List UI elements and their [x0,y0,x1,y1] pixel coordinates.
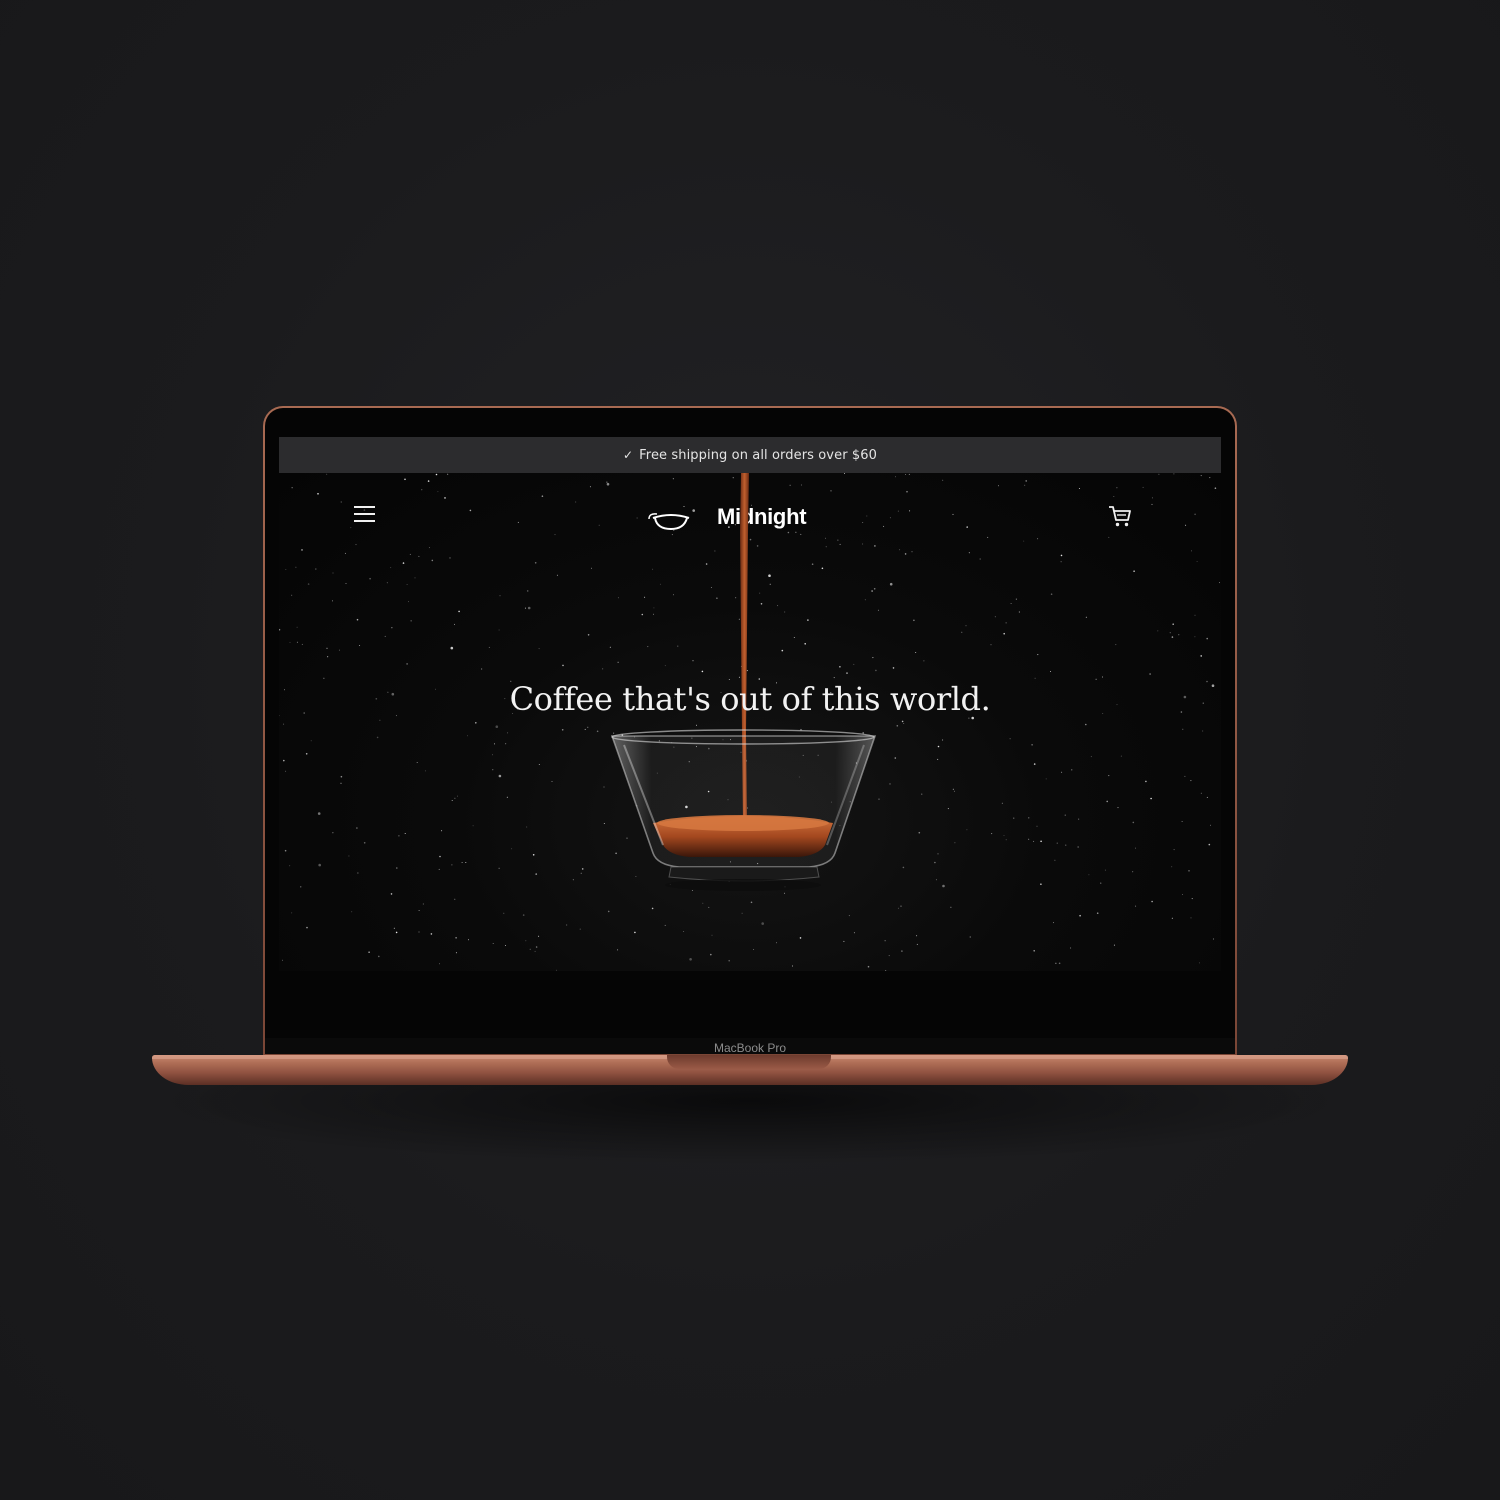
espresso-pour-image [610,473,877,891]
laptop-opening-notch [667,1055,831,1069]
check-icon: ✓ [623,448,634,462]
hero-section: Midnight Coffee that's out of this world… [279,473,1221,971]
hero-headline: Coffee that's out of this world. [509,680,991,718]
laptop-shadow [140,1085,1360,1165]
laptop-screen: ✓ Free shipping on all orders over $60 M… [279,437,1221,971]
mockup-stage: ✓ Free shipping on all orders over $60 M… [0,0,1500,1500]
device-label: MacBook Pro [713,1041,787,1055]
announcement-bar: ✓ Free shipping on all orders over $60 [279,437,1221,473]
announcement-text: Free shipping on all orders over $60 [639,447,877,463]
